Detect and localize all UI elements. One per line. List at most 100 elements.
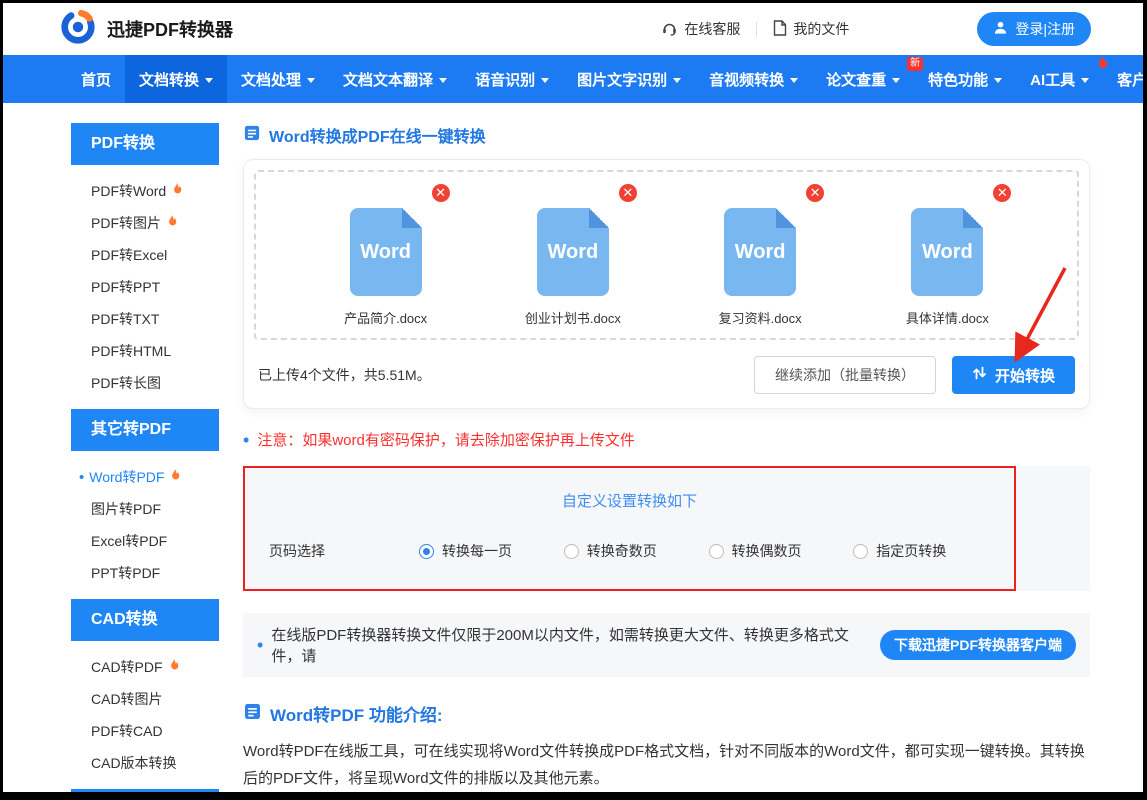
chevron-down-icon (205, 78, 213, 87)
uploaded-file: ✕ Word 复习资料.docx (690, 172, 830, 327)
nav-item-doc-translate[interactable]: 文档文本翻译 (329, 55, 461, 103)
start-convert-label: 开始转换 (995, 365, 1055, 386)
main-nav: 首页 文档转换 文档处理 文档文本翻译 语音识别 图片文字识别 音视频转换 论文… (3, 55, 1143, 103)
sidebar-item-pdf-to-image[interactable]: PDF转图片 (71, 207, 219, 239)
radio-convert-every-page[interactable]: 转换每一页 (419, 541, 564, 561)
radio-convert-even-pages[interactable]: 转换偶数页 (709, 541, 854, 561)
sidebar-item-ppt-to-pdf[interactable]: PPT转PDF (71, 557, 219, 589)
nav-item-ocr[interactable]: 图片文字识别 (563, 55, 695, 103)
sidebar-item-label: PDF转图片 (91, 213, 161, 233)
word-file-icon: Word (350, 208, 422, 296)
word-file-icon: Word (537, 208, 609, 296)
page-fold (776, 208, 796, 228)
nav-label: 论文查重 (826, 69, 886, 90)
file-name: 产品简介.docx (344, 308, 427, 327)
sidebar-item-pdf-to-cad[interactable]: PDF转CAD (71, 715, 219, 747)
radio-convert-specified-pages[interactable]: 指定页转换 (853, 541, 998, 561)
sidebar-item-pdf-to-txt[interactable]: PDF转TXT (71, 303, 219, 335)
active-bullet: • (79, 469, 84, 486)
sidebar-item-cad-to-image[interactable]: CAD转图片 (71, 683, 219, 715)
page-fold (589, 208, 609, 228)
nav-item-doc-process[interactable]: 文档处理 (227, 55, 329, 103)
size-limit-note: • 在线版PDF转换器转换文件仅限于200M以内文件，如需转换更大文件、转换更多… (243, 613, 1090, 677)
sidebar-item-label: CAD版本转换 (91, 753, 177, 773)
remove-file-icon[interactable]: ✕ (993, 184, 1011, 202)
nav-label: 文档文本翻译 (343, 69, 433, 90)
radio-convert-odd-pages[interactable]: 转换奇数页 (564, 541, 709, 561)
feature-intro-title-text: Word转PDF 功能介绍: (270, 701, 443, 726)
sidebar-item-label: PDF转CAD (91, 721, 163, 741)
feature-intro-body: Word转PDF在线版工具，可在线实现将Word文件转换成PDF格式文档，针对不… (243, 738, 1090, 792)
uploaded-file: ✕ Word 产品简介.docx (316, 172, 456, 327)
sidebar-item-pdf-to-html[interactable]: PDF转HTML (71, 335, 219, 367)
upload-panel: ✕ Word 产品简介.docx ✕ Word 创业计划书.d (243, 159, 1090, 409)
nav-item-paper-check[interactable]: 论文查重 新 (812, 55, 914, 103)
remove-file-icon[interactable]: ✕ (619, 184, 637, 202)
page-fold (963, 208, 983, 228)
nav-item-speech-recognition[interactable]: 语音识别 (461, 55, 563, 103)
online-service-label: 在线客服 (684, 19, 740, 39)
sidebar-item-pdf-to-longimage[interactable]: PDF转长图 (71, 367, 219, 399)
radio-icon[interactable] (853, 544, 868, 559)
brand-name: 迅捷PDF转换器 (107, 16, 233, 42)
chevron-down-icon (1081, 78, 1089, 87)
radio-label: 转换奇数页 (587, 541, 657, 561)
sidebar-item-pdf-to-ppt[interactable]: PDF转PPT (71, 271, 219, 303)
nav-item-home[interactable]: 首页 (67, 55, 125, 103)
page-title-icon (243, 124, 261, 147)
sidebar-item-excel-to-pdf[interactable]: Excel转PDF (71, 525, 219, 557)
remove-file-icon[interactable]: ✕ (432, 184, 450, 202)
chevron-down-icon (892, 78, 900, 87)
radio-icon[interactable] (564, 544, 579, 559)
nav-item-ai-tools[interactable]: AI工具 (1016, 55, 1103, 103)
page-body: PDF转换 PDF转Word PDF转图片 PDF转Excel PDF转PPT (3, 103, 1143, 800)
sidebar-item-label: PDF转Word (91, 181, 166, 201)
sidebar-group-cad-convert: CAD转换 (71, 599, 219, 641)
online-service-link[interactable]: 在线客服 (661, 19, 740, 39)
sidebar-item-word-to-pdf[interactable]: • Word转PDF (71, 461, 219, 493)
word-icon-label: Word (548, 241, 599, 264)
login-register-button[interactable]: 登录|注册 (977, 12, 1091, 46)
feature-intro-title: Word转PDF 功能介绍: (243, 701, 1090, 726)
upload-dropzone[interactable]: ✕ Word 产品简介.docx ✕ Word 创业计划书.d (254, 170, 1079, 340)
my-files-link[interactable]: 我的文件 (773, 19, 849, 39)
chevron-down-icon (541, 78, 549, 87)
nav-item-av-convert[interactable]: 音视频转换 (695, 55, 812, 103)
sidebar-item-cad-version-convert[interactable]: CAD版本转换 (71, 747, 219, 779)
bullet-dot: • (257, 636, 263, 654)
top-bar: 迅捷PDF转换器 在线客服 (3, 3, 1143, 55)
page-fold (402, 208, 422, 228)
file-name: 复习资料.docx (719, 308, 802, 327)
nav-item-featured[interactable]: 特色功能 (914, 55, 1016, 103)
sidebar-group-other-to-pdf: 其它转PDF (71, 409, 219, 451)
sidebar-item-cad-to-pdf[interactable]: CAD转PDF (71, 651, 219, 683)
brand[interactable]: 迅捷PDF转换器 (59, 8, 233, 51)
sidebar-item-label: CAD转图片 (91, 689, 163, 709)
sidebar-item-image-to-pdf[interactable]: 图片转PDF (71, 493, 219, 525)
nav-item-doc-convert[interactable]: 文档转换 (125, 55, 227, 103)
radio-icon[interactable] (709, 544, 724, 559)
hot-flame-icon (169, 469, 180, 485)
nav-item-client[interactable]: 客户端 (1103, 55, 1147, 103)
start-convert-button[interactable]: 开始转换 (952, 356, 1075, 394)
nav-label: 客户端 (1117, 69, 1147, 90)
conversion-settings-panel: 自定义设置转换如下 页码选择 转换每一页 转换奇数页 转换偶数页 (243, 466, 1090, 591)
remove-file-icon[interactable]: ✕ (806, 184, 824, 202)
header-divider (756, 22, 757, 36)
word-icon-label: Word (735, 241, 786, 264)
radio-icon[interactable] (419, 544, 434, 559)
main-content: Word转换成PDF在线一键转换 ✕ Word 产品简介.docx ✕ (243, 123, 1090, 800)
settings-title: 自定义设置转换如下 (243, 490, 1016, 511)
add-more-files-button[interactable]: 继续添加（批量转换） (754, 356, 936, 394)
file-name: 具体详情.docx (906, 308, 989, 327)
app-window: 迅捷PDF转换器 在线客服 (0, 0, 1147, 800)
hot-flame-icon (168, 659, 179, 675)
sidebar-group-pdf-convert: PDF转换 (71, 123, 219, 165)
user-icon (993, 20, 1008, 38)
download-client-button[interactable]: 下载迅捷PDF转换器客户端 (880, 630, 1076, 660)
nav-label: 图片文字识别 (577, 69, 667, 90)
sidebar-item-pdf-to-excel[interactable]: PDF转Excel (71, 239, 219, 271)
sidebar-item-pdf-to-word[interactable]: PDF转Word (71, 175, 219, 207)
sidebar-item-label: PDF转Excel (91, 245, 167, 265)
radio-label: 转换偶数页 (732, 541, 802, 561)
